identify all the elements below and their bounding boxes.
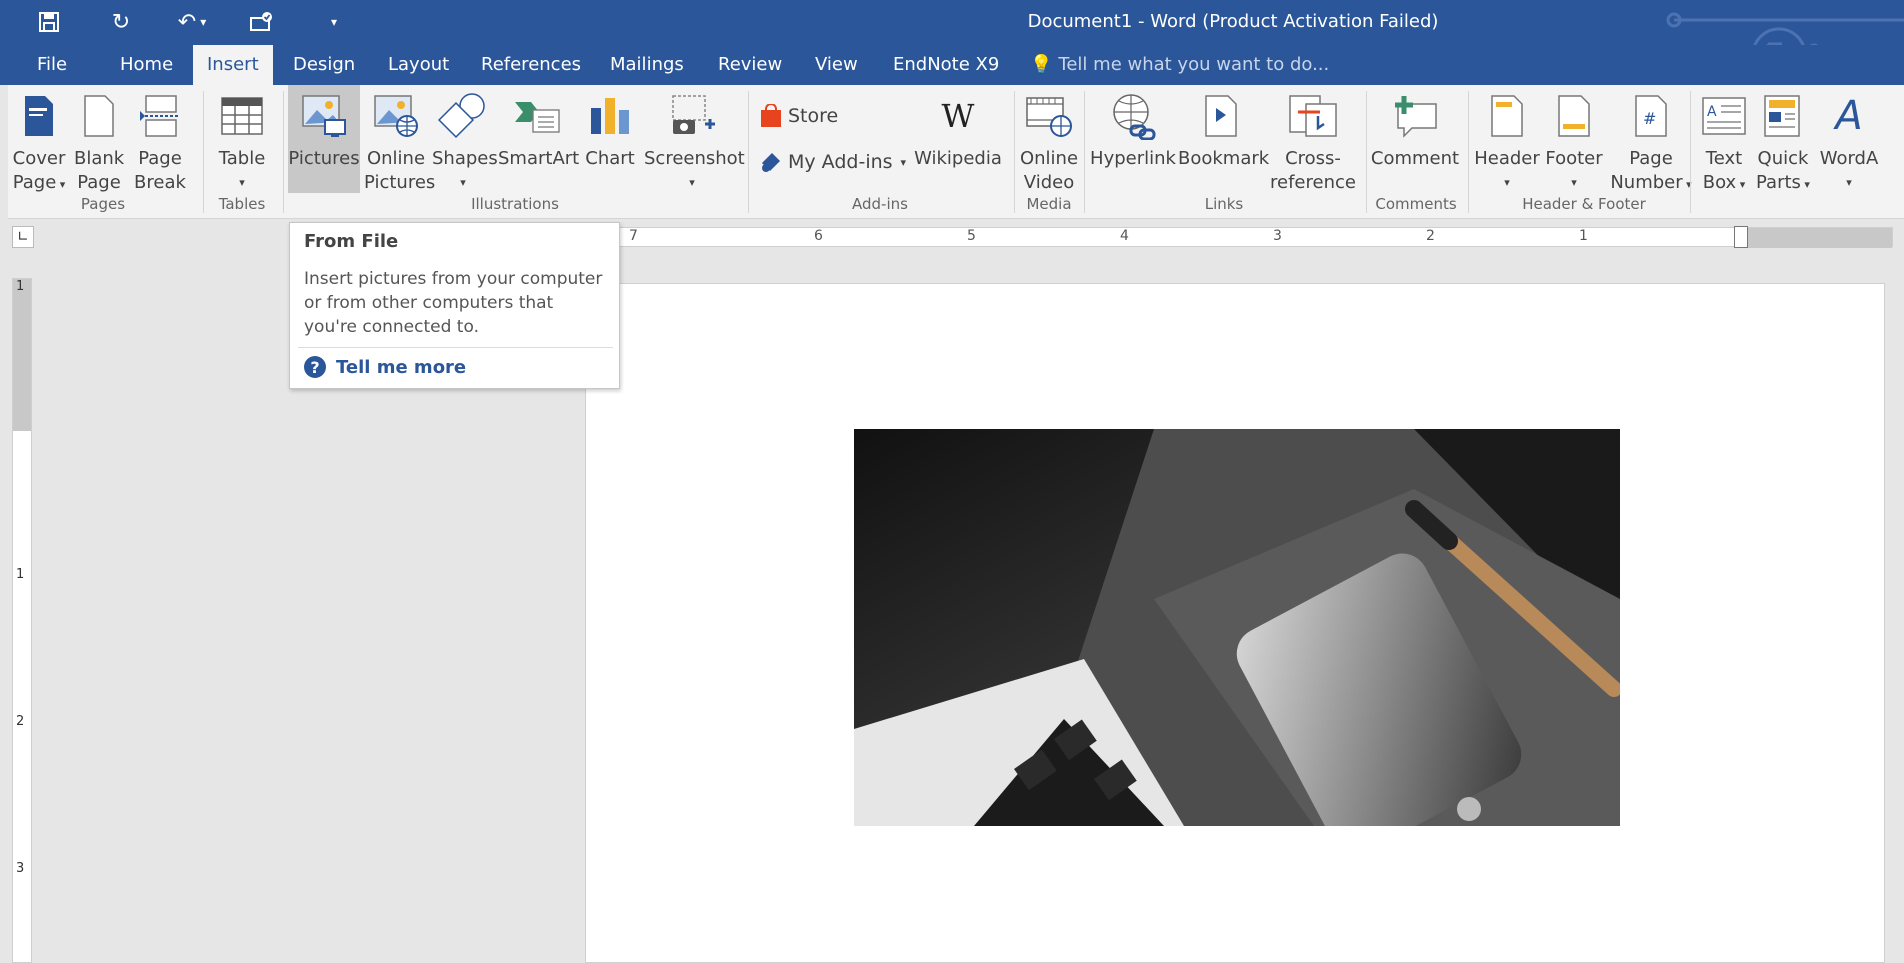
blank-page-button[interactable]: Blank Page bbox=[74, 85, 124, 193]
tab-endnote[interactable]: EndNote X9 bbox=[879, 45, 1013, 85]
page-break-icon bbox=[140, 95, 180, 137]
tell-me-placeholder: Tell me what you want to do... bbox=[1058, 54, 1330, 75]
ribbon-tabs: File Home Insert Design Layout Reference… bbox=[0, 45, 1904, 85]
bookmark-button[interactable]: Bookmark bbox=[1178, 85, 1269, 193]
svg-text:A: A bbox=[1707, 104, 1717, 120]
tab-mailings[interactable]: Mailings bbox=[596, 45, 698, 85]
online-pictures-button[interactable]: Online Pictures bbox=[364, 85, 435, 193]
svg-text:#: # bbox=[1643, 109, 1656, 128]
tab-view[interactable]: View bbox=[801, 45, 872, 85]
indent-marker-icon[interactable] bbox=[1734, 226, 1748, 248]
help-icon: ? bbox=[304, 356, 326, 378]
quick-parts-icon bbox=[1764, 95, 1800, 137]
table-button[interactable]: Table ▾ bbox=[214, 85, 270, 193]
my-addins-icon bbox=[762, 153, 780, 172]
tab-design[interactable]: Design bbox=[279, 45, 369, 85]
page-number-button[interactable]: # Page Number ▾ bbox=[1608, 85, 1694, 193]
comment-button[interactable]: Comment bbox=[1370, 85, 1460, 193]
tab-layout[interactable]: Layout bbox=[374, 45, 463, 85]
chart-icon bbox=[591, 98, 629, 134]
footer-button[interactable]: Footer ▾ bbox=[1542, 85, 1606, 193]
group-label-media: Media bbox=[1026, 195, 1072, 213]
ribbon: Cover Page ▾ Blank Page Page Break Pages… bbox=[8, 85, 1904, 219]
ruler-number: 3 bbox=[1273, 228, 1282, 244]
tab-insert[interactable]: Insert bbox=[193, 45, 273, 85]
vertical-ruler[interactable]: 1 1 2 3 bbox=[12, 278, 32, 963]
lightbulb-icon: 💡 bbox=[1030, 54, 1053, 75]
hyperlink-icon bbox=[1113, 94, 1156, 140]
page-break-button[interactable]: Page Break bbox=[132, 85, 188, 193]
tab-review[interactable]: Review bbox=[704, 45, 796, 85]
wordart-button[interactable]: A WordA ▾ bbox=[1816, 85, 1882, 193]
title-bar: ↻ ↶ ▾ ▾ Document1 - Word (Product Activat… bbox=[0, 0, 1904, 83]
ruler-number: 6 bbox=[814, 228, 823, 244]
shapes-icon bbox=[438, 93, 485, 139]
horizontal-ruler[interactable]: 7 6 5 4 3 2 1 bbox=[588, 226, 1893, 248]
cover-page-button[interactable]: Cover Page ▾ bbox=[12, 85, 66, 193]
ruler-number: 1 bbox=[16, 279, 25, 294]
chart-button[interactable]: Chart bbox=[584, 85, 636, 193]
group-label-header-footer: Header & Footer bbox=[1522, 195, 1646, 213]
ruler-number: 1 bbox=[1579, 228, 1588, 244]
group-label-illustrations: Illustrations bbox=[471, 195, 559, 213]
blank-page-icon bbox=[84, 95, 114, 137]
quick-parts-button[interactable]: Quick Parts ▾ bbox=[1754, 85, 1812, 193]
group-label-links: Links bbox=[1204, 195, 1244, 213]
bookmark-icon bbox=[1205, 95, 1237, 137]
wordart-icon: A bbox=[1835, 93, 1863, 139]
hyperlink-button[interactable]: Hyperlink bbox=[1090, 85, 1176, 193]
tab-file[interactable]: File bbox=[23, 45, 81, 85]
document-page[interactable] bbox=[585, 283, 1885, 963]
ruler-number: 2 bbox=[1426, 228, 1435, 244]
screenshot-button[interactable]: Screenshot ▾ bbox=[644, 85, 745, 193]
tab-home[interactable]: Home bbox=[106, 45, 187, 85]
tooltip-title: From File bbox=[304, 231, 399, 252]
tab-references[interactable]: References bbox=[467, 45, 595, 85]
tell-me-box[interactable]: 💡 Tell me what you want to do... bbox=[1030, 45, 1329, 85]
group-label-addins: Add-ins bbox=[852, 195, 908, 213]
wikipedia-button[interactable]: W Wikipedia bbox=[912, 85, 1004, 193]
group-label-comments: Comments bbox=[1375, 195, 1457, 213]
ruler-number: 4 bbox=[1120, 228, 1129, 244]
tab-selector-icon[interactable]: ∟ bbox=[12, 226, 34, 248]
table-icon bbox=[221, 97, 263, 135]
ruler-number: 5 bbox=[967, 228, 976, 244]
tell-me-more-link[interactable]: ? Tell me more bbox=[304, 356, 466, 378]
footer-icon bbox=[1558, 95, 1590, 137]
pictures-icon bbox=[302, 95, 346, 137]
ruler-number: 3 bbox=[16, 861, 25, 876]
window-title: Document1 - Word (Product Activation Fai… bbox=[1027, 11, 1439, 32]
shapes-button[interactable]: Shapes ▾ bbox=[432, 85, 498, 193]
tooltip-description: Insert pictures from your computer or fr… bbox=[304, 269, 603, 337]
inserted-picture[interactable] bbox=[854, 429, 1620, 826]
pictures-tooltip: From File Insert pictures from your comp… bbox=[289, 222, 620, 389]
ruler-number: 2 bbox=[16, 714, 25, 729]
smartart-button[interactable]: SmartArt bbox=[498, 85, 579, 193]
cross-reference-button[interactable]: Cross- reference bbox=[1268, 85, 1358, 193]
group-label-tables: Tables bbox=[218, 195, 266, 213]
group-label-pages: Pages bbox=[80, 195, 126, 213]
comment-icon bbox=[1395, 96, 1437, 138]
online-video-icon bbox=[1026, 97, 1072, 137]
cover-page-icon bbox=[25, 96, 53, 136]
header-button[interactable]: Header ▾ bbox=[1472, 85, 1542, 193]
online-pictures-icon bbox=[374, 95, 418, 137]
text-box-button[interactable]: A Text Box ▾ bbox=[1696, 85, 1752, 193]
ruler-number: 1 bbox=[16, 567, 25, 582]
wikipedia-icon: W bbox=[941, 97, 975, 135]
smartart-icon bbox=[515, 102, 560, 133]
store-icon bbox=[761, 104, 781, 127]
page-number-icon: # bbox=[1635, 95, 1667, 137]
pictures-button[interactable]: Pictures bbox=[288, 85, 360, 193]
store-button[interactable]: Store bbox=[760, 99, 838, 133]
ruler-number: 7 bbox=[629, 228, 638, 244]
text-box-icon: A bbox=[1702, 97, 1746, 135]
online-video-button[interactable]: Online Video bbox=[1018, 85, 1080, 193]
screenshot-icon bbox=[672, 95, 715, 134]
cross-reference-icon bbox=[1289, 95, 1337, 137]
my-addins-button[interactable]: My Add-ins ▾ bbox=[760, 145, 906, 179]
header-icon bbox=[1491, 95, 1523, 137]
